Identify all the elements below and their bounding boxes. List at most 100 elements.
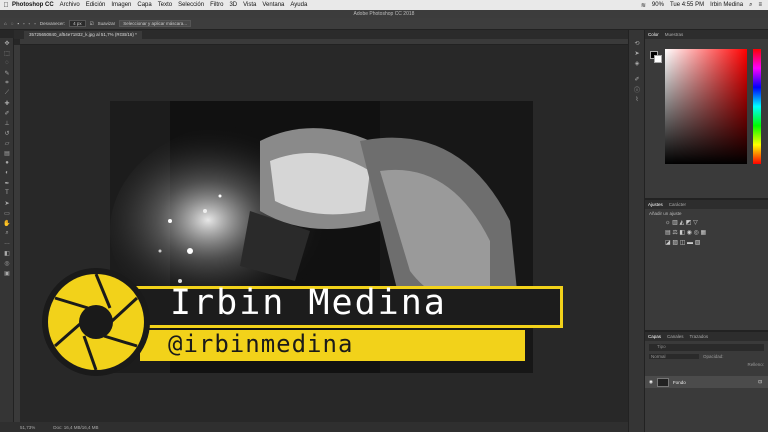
info-panel-icon[interactable]: ⓘ [629, 84, 645, 94]
properties-panel-icon[interactable]: ➤ [629, 48, 645, 58]
posterize-icon[interactable]: ▨ [672, 240, 679, 246]
lasso-tool-icon[interactable]: ◌ [11, 21, 14, 26]
tab-layers[interactable]: Capas [648, 334, 661, 339]
list-icon[interactable]: ≡ [758, 2, 762, 8]
more-tools-icon[interactable]: … [0, 238, 14, 248]
layer-filter[interactable]: Tipo [649, 344, 764, 351]
selective-color-icon[interactable]: ▧ [695, 240, 701, 246]
tab-character[interactable]: Carácter [669, 202, 686, 207]
menu-ventana[interactable]: Ventana [262, 2, 284, 8]
zoom-level[interactable]: 51,73% [20, 425, 35, 430]
history-brush-icon[interactable]: ↺ [0, 128, 14, 138]
gradient-map-icon[interactable]: ▬ [687, 240, 695, 246]
collapsed-panels-strip: ⟲ ➤ ◈ ✐ ⓘ ⌇ [628, 30, 645, 432]
brushes-panel-icon[interactable]: ✐ [629, 74, 645, 84]
fill-label: Relleno: [747, 362, 764, 367]
bw-icon[interactable]: ◧ [679, 230, 686, 236]
eye-icon[interactable]: ◉ [649, 379, 653, 385]
quick-mask-icon[interactable]: ◎ [0, 258, 14, 268]
vibrance-icon[interactable]: ▽ [693, 220, 698, 226]
aperture-logo-icon [42, 268, 150, 376]
color-swatches-icon[interactable]: ◧ [0, 248, 14, 258]
right-panels: Color Muestras Ajustes Carácter Añadir u… [645, 30, 768, 432]
menubar-status: ≋ 90% Tue 4:55 PM Irbin Medina ⌕ ≡ [641, 0, 762, 10]
smooth-checkbox[interactable]: ☑ [90, 21, 94, 27]
move-tool-icon[interactable]: ✥ [0, 38, 14, 48]
adjust-icons: ☼ ▥ ◭ ◩ ▽ ▤ ⚖ ◧ ◉ ◎ ▦ ◪ ▨ ◫ ▬ ▧ [645, 218, 768, 248]
crop-tool-icon[interactable]: ⌗ [0, 78, 14, 88]
smooth-label: Suavizar [97, 21, 116, 26]
menu-archivo[interactable]: Archivo [60, 2, 80, 8]
blend-mode-select[interactable]: Normal [649, 354, 699, 359]
adjustments-panel: Ajustes Carácter Añadir un ajuste ☼ ▥ ◭ … [645, 198, 768, 328]
doc-info[interactable]: Doc: 16,4 MB/16,4 MB [53, 425, 98, 430]
add-selection-icon[interactable]: ▫ [23, 21, 25, 26]
shape-tool-icon[interactable]: ▭ [0, 208, 14, 218]
levels-icon[interactable]: ▥ [672, 220, 679, 226]
menu-capa[interactable]: Capa [137, 2, 151, 8]
screen-mode-icon[interactable]: ▣ [0, 268, 14, 278]
tab-adjustments[interactable]: Ajustes [648, 202, 663, 207]
quick-select-tool-icon[interactable]: ✎ [0, 68, 14, 78]
tab-swatches[interactable]: Muestras [665, 32, 684, 37]
menu-edicion[interactable]: Edición [86, 2, 106, 8]
menu-ayuda[interactable]: Ayuda [290, 2, 307, 8]
wifi-icon[interactable]: ≋ [641, 2, 646, 9]
tab-paths[interactable]: Trazados [690, 334, 709, 339]
layers-panel-tabs: Capas Canales Trazados [645, 332, 768, 341]
app-menu[interactable]: Photoshop CC [12, 2, 54, 8]
zoom-tool-icon[interactable]: ⌕ [0, 228, 14, 238]
eraser-tool-icon[interactable]: ▱ [0, 138, 14, 148]
feather-input[interactable]: 4 px [69, 20, 86, 27]
home-icon[interactable]: ⌂ [4, 21, 7, 26]
color-field[interactable] [665, 49, 747, 164]
mac-menubar:  Photoshop CC Archivo Edición Imagen Ca… [0, 0, 768, 10]
battery-percent[interactable]: 90% [652, 2, 664, 8]
lock-icon: ⊡ [758, 379, 762, 384]
gradient-tool-icon[interactable]: ▤ [0, 148, 14, 158]
intersect-selection-icon[interactable]: ▫ [34, 21, 36, 26]
user-name[interactable]: Irbin Medina [710, 2, 743, 8]
menu-filtro[interactable]: Filtro [210, 2, 223, 8]
opacity-label: Opacidad: [703, 354, 724, 359]
eyedropper-tool-icon[interactable]: ⟋ [0, 88, 14, 98]
options-bar: ⌂ ◌ ▪ ▫ ▫ ▫ Desvanecer: 4 px ☑ Suavizar … [0, 18, 768, 30]
menu-3d[interactable]: 3D [229, 2, 237, 8]
search-icon[interactable]: ⌕ [749, 2, 752, 9]
stamp-tool-icon[interactable]: ⊥ [0, 118, 14, 128]
pen-tool-icon[interactable]: ✒ [0, 178, 14, 188]
subtract-selection-icon[interactable]: ▫ [29, 21, 31, 26]
healing-tool-icon[interactable]: ✚ [0, 98, 14, 108]
background-swatch[interactable] [654, 55, 662, 63]
new-selection-icon[interactable]: ▪ [17, 21, 19, 26]
photoshop-screen:  Photoshop CC Archivo Edición Imagen Ca… [0, 0, 768, 432]
select-mask-button[interactable]: Seleccionar y aplicar máscara... [119, 20, 191, 27]
hand-tool-icon[interactable]: ✋ [0, 218, 14, 228]
hue-slider[interactable] [753, 49, 761, 164]
history-panel-icon[interactable]: ⟲ [629, 38, 645, 48]
threshold-icon[interactable]: ◫ [680, 240, 687, 246]
path-select-tool-icon[interactable]: ➤ [0, 198, 14, 208]
layer-row[interactable]: ◉ Fondo ⊡ [645, 376, 768, 388]
type-tool-icon[interactable]: T [0, 188, 14, 198]
blur-tool-icon[interactable]: ● [0, 158, 14, 168]
paths-panel-icon[interactable]: ⌇ [629, 94, 645, 104]
apple-icon[interactable]:  [0, 2, 12, 9]
dodge-tool-icon[interactable]: ◐ [0, 168, 14, 178]
document-tab[interactable]: 35725650840_af54e71832_k.jpg al 51,7% (R… [24, 31, 142, 39]
lookup-icon[interactable]: ▦ [701, 230, 707, 236]
brush-tool-icon[interactable]: ✐ [0, 108, 14, 118]
layer-name[interactable]: Fondo [673, 380, 686, 385]
menu-imagen[interactable]: Imagen [111, 2, 131, 8]
channel-mixer-icon[interactable]: ◎ [694, 230, 701, 236]
photo-filter-icon[interactable]: ◉ [687, 230, 694, 236]
tab-color[interactable]: Color [648, 32, 659, 37]
lasso-tool-icon[interactable]: ◌ [0, 58, 14, 68]
menu-texto[interactable]: Texto [158, 2, 172, 8]
menu-seleccion[interactable]: Selección [178, 2, 204, 8]
marquee-tool-icon[interactable]: ⬚ [0, 48, 14, 58]
libraries-panel-icon[interactable]: ◈ [629, 58, 645, 68]
clock[interactable]: Tue 4:55 PM [670, 2, 704, 8]
tab-channels[interactable]: Canales [667, 334, 684, 339]
menu-vista[interactable]: Vista [243, 2, 256, 8]
